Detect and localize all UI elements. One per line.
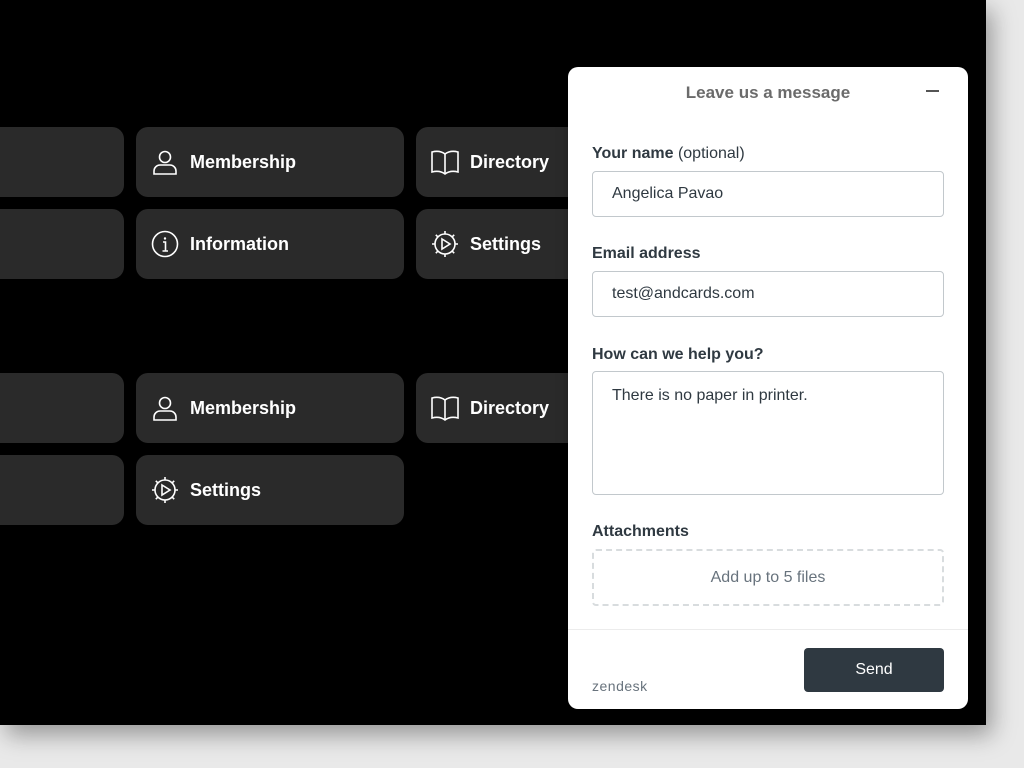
widget-header: Leave us a message <box>568 67 968 117</box>
tile-label: Settings <box>190 479 262 500</box>
gear-icon <box>430 229 460 259</box>
tile-label: Settings <box>470 233 542 254</box>
email-label: Email address <box>592 245 701 262</box>
zendesk-logo[interactable]: zendesk <box>592 678 648 694</box>
tile-information[interactable]: Information <box>136 209 404 279</box>
tile-label: Membership <box>190 397 297 418</box>
minimize-button[interactable] <box>924 81 944 101</box>
widget-footer: zendesk Send <box>568 629 968 709</box>
name-input[interactable]: Angelica Pavao <box>592 171 944 217</box>
tile-label: Information <box>190 233 289 254</box>
minimize-icon <box>926 90 939 92</box>
message-textarea[interactable]: There is no paper in printer. <box>592 371 944 495</box>
book-icon <box>430 147 460 177</box>
tile-label: Directory <box>470 151 550 172</box>
send-button[interactable]: Send <box>804 648 944 692</box>
tile-partial-left-4[interactable] <box>0 455 124 525</box>
tile-settings-2[interactable]: Settings <box>136 455 404 525</box>
name-label: Your name (optional) <box>592 145 745 163</box>
tile-label: Membership <box>190 151 297 172</box>
tile-membership[interactable]: Membership <box>136 127 404 197</box>
tile-partial-left-3[interactable] <box>0 373 124 443</box>
contact-widget: Leave us a message Your name (optional) … <box>568 67 968 709</box>
attachments-dropzone[interactable]: Add up to 5 files <box>592 549 944 606</box>
tile-label: Directory <box>470 397 550 418</box>
book-icon <box>430 393 460 423</box>
widget-title: Leave us a message <box>685 83 851 102</box>
tile-partial-left-1[interactable] <box>0 127 124 197</box>
optional-tag: (optional) <box>677 145 745 162</box>
app-screen: Membership Directory Information Setting… <box>0 0 986 725</box>
help-label: How can we help you? <box>592 346 764 363</box>
person-icon <box>150 147 180 177</box>
person-icon <box>150 393 180 423</box>
name-label-text: Your name <box>592 145 674 162</box>
gear-icon <box>150 475 180 505</box>
tile-membership-2[interactable]: Membership <box>136 373 404 443</box>
email-input[interactable]: test@andcards.com <box>592 271 944 317</box>
attachments-label: Attachments <box>592 523 689 540</box>
tile-partial-left-2[interactable] <box>0 209 124 279</box>
info-icon <box>150 229 180 259</box>
